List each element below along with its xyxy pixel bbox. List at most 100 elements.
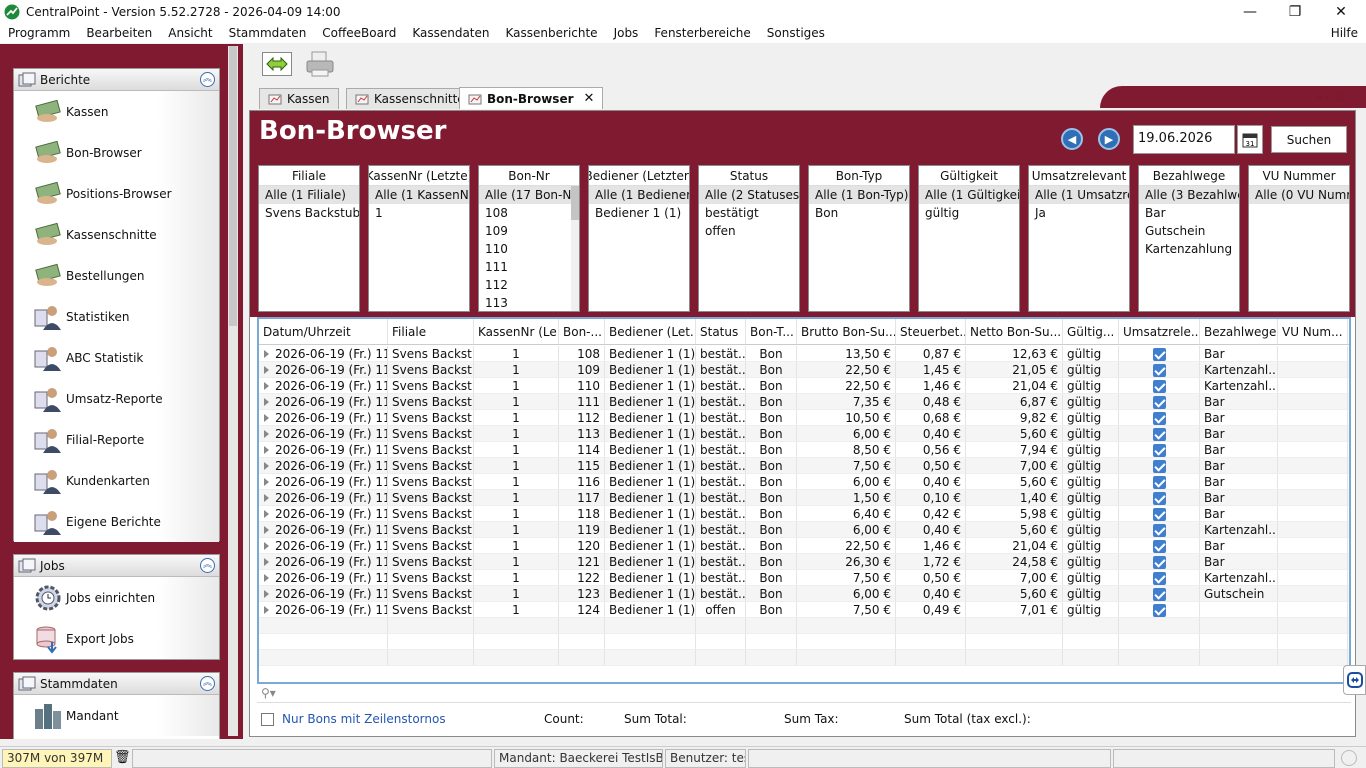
navigation-scrollbar[interactable]	[228, 46, 238, 736]
sidebar-item-abc-statistik[interactable]: ABC Statistik	[14, 337, 219, 378]
print-button[interactable]	[302, 49, 338, 79]
date-input[interactable]: 19.06.2026	[1133, 125, 1235, 154]
umsatzrelevant-checkbox[interactable]	[1152, 444, 1166, 457]
table-row[interactable]: 2026-06-19 (Fr.) 11...Svens Backst...112…	[259, 602, 1349, 618]
expand-row-icon[interactable]	[264, 510, 269, 518]
expand-row-icon[interactable]	[264, 350, 269, 358]
expand-row-icon[interactable]	[264, 446, 269, 454]
table-row[interactable]: 2026-06-19 (Fr.) 11...Svens Backst...111…	[259, 458, 1349, 474]
table-row[interactable]: 2026-06-19 (Fr.) 11...Svens Backst...112…	[259, 554, 1349, 570]
filter-option[interactable]: 111	[479, 258, 579, 276]
filter-filiale[interactable]: Filiale Alle (1 Filiale) Svens Backstube	[258, 165, 360, 312]
tab-scroll-arrows[interactable]: ◄►▤	[1315, 93, 1346, 103]
table-row[interactable]: 2026-06-19 (Fr.) 11...Svens Backst...111…	[259, 426, 1349, 442]
expand-row-icon[interactable]	[264, 430, 269, 438]
menu-fensterbereiche[interactable]: Fensterbereiche	[646, 26, 758, 40]
tab-kassen[interactable]: Kassen	[259, 88, 339, 109]
filter-option[interactable]: 112	[479, 276, 579, 294]
filter-option[interactable]: Alle (1 KassenNr	[369, 186, 469, 204]
umsatzrelevant-checkbox[interactable]	[1152, 604, 1166, 617]
close-tab-icon[interactable]: ✕	[584, 91, 595, 106]
sidebar-item-eigene-berichte[interactable]: Eigene Berichte	[14, 501, 219, 542]
table-row[interactable]: 2026-06-19 (Fr.) 11...Svens Backst...110…	[259, 362, 1349, 378]
filter-option[interactable]: offen	[699, 222, 799, 240]
sidebar-item-jobs-einrichten[interactable]: Jobs einrichten	[14, 577, 219, 618]
sidebar-item-mandant[interactable]: Mandant	[14, 695, 219, 736]
table-search-bar[interactable]: ⚲▾	[257, 685, 1351, 703]
umsatzrelevant-checkbox[interactable]	[1152, 380, 1166, 393]
filter-bon-nr[interactable]: Bon-Nr Alle (17 Bon-Nrs 108 109 110 111 …	[478, 165, 580, 312]
table-row[interactable]: 2026-06-19 (Fr.) 11...Svens Backst...110…	[259, 346, 1349, 362]
sidebar-item-bon-browser[interactable]: Bon-Browser	[14, 132, 219, 173]
group-header-stammdaten[interactable]: Stammdaten ︽	[14, 673, 219, 695]
column-header[interactable]: Filiale	[388, 319, 474, 344]
filter-option[interactable]: Ja	[1029, 204, 1129, 222]
filter-option[interactable]: 108	[479, 204, 579, 222]
expand-row-icon[interactable]	[264, 398, 269, 406]
menu-jobs[interactable]: Jobs	[606, 26, 647, 40]
column-header[interactable]: Steuerbet...	[896, 319, 966, 344]
column-header[interactable]: Brutto Bon-Su...	[797, 319, 896, 344]
umsatzrelevant-checkbox[interactable]	[1152, 508, 1166, 521]
expand-row-icon[interactable]	[264, 478, 269, 486]
search-button[interactable]: Suchen	[1271, 126, 1347, 153]
filter-bon-typ[interactable]: Bon-Typ Alle (1 Bon-Typ) Bon	[808, 165, 910, 312]
filter-gueltigkeit[interactable]: Gültigkeit Alle (1 Gültigkeit gültig	[918, 165, 1020, 312]
menu-coffeeboard[interactable]: CoffeeBoard	[314, 26, 404, 40]
table-row[interactable]: 2026-06-19 (Fr.) 11...Svens Backst...112…	[259, 538, 1349, 554]
filter-option[interactable]: Alle (1 Bon-Typ)	[809, 186, 909, 204]
umsatzrelevant-checkbox[interactable]	[1152, 572, 1166, 585]
umsatzrelevant-checkbox[interactable]	[1152, 428, 1166, 441]
filter-option[interactable]: Alle (1 Filiale)	[259, 186, 359, 204]
umsatzrelevant-checkbox[interactable]	[1152, 588, 1166, 601]
sidebar-item-kassenschnitte[interactable]: Kassenschnitte	[14, 214, 219, 255]
tab-kassenschnitte[interactable]: Kassenschnitte	[346, 88, 474, 109]
filter-option[interactable]: Alle (2 Statuses)	[699, 186, 799, 204]
expand-row-icon[interactable]	[264, 366, 269, 374]
sidebar-item-kundenkarten[interactable]: Kundenkarten	[14, 460, 219, 501]
table-row[interactable]	[259, 618, 1349, 634]
filter-scrollbar[interactable]	[571, 186, 579, 311]
table-row[interactable]: 2026-06-19 (Fr.) 11...Svens Backst...111…	[259, 474, 1349, 490]
table-row[interactable]: 2026-06-19 (Fr.) 11...Svens Backst...111…	[259, 506, 1349, 522]
tab-bon-browser[interactable]: Bon-Browser ✕	[459, 87, 604, 109]
column-header[interactable]: Bon-...	[559, 319, 605, 344]
table-row[interactable]: 2026-06-19 (Fr.) 11...Svens Backst...112…	[259, 570, 1349, 586]
minimize-button[interactable]: —	[1227, 0, 1273, 23]
scrollbar-thumb[interactable]	[229, 46, 237, 326]
filter-option[interactable]: Alle (3 Bezahlwe	[1139, 186, 1239, 204]
filter-option[interactable]: Bediener 1 (1)	[589, 204, 689, 222]
menu-kassendaten[interactable]: Kassendaten	[404, 26, 497, 40]
calendar-button[interactable]: 31	[1237, 125, 1263, 154]
column-header[interactable]: Datum/Uhrzeit	[259, 319, 388, 344]
expand-row-icon[interactable]	[264, 558, 269, 566]
table-row[interactable]: 2026-06-19 (Fr.) 11...Svens Backst...112…	[259, 586, 1349, 602]
restore-button[interactable]: ❐	[1272, 0, 1318, 23]
umsatzrelevant-checkbox[interactable]	[1152, 396, 1166, 409]
column-header[interactable]: Netto Bon-Su...	[966, 319, 1063, 344]
expand-row-icon[interactable]	[264, 606, 269, 614]
column-header[interactable]: KassenNr (Le...	[474, 319, 559, 344]
menu-ansicht[interactable]: Ansicht	[160, 26, 220, 40]
zeilenstornos-checkbox[interactable]	[261, 712, 274, 726]
menu-kassenberichte[interactable]: Kassenberichte	[498, 26, 606, 40]
umsatzrelevant-checkbox[interactable]	[1152, 348, 1166, 361]
filter-bediener[interactable]: Bediener (Letzter) Alle (1 Bediener Bedi…	[588, 165, 690, 312]
expand-row-icon[interactable]	[264, 382, 269, 390]
expand-row-icon[interactable]	[264, 574, 269, 582]
umsatzrelevant-checkbox[interactable]	[1152, 524, 1166, 537]
bon-table[interactable]: Datum/UhrzeitFilialeKassenNr (Le...Bon-.…	[257, 317, 1351, 684]
sidebar-item-kassen[interactable]: Kassen	[14, 91, 219, 132]
filter-option[interactable]: Alle (17 Bon-Nrs	[479, 186, 579, 204]
column-header[interactable]: Bezahlwege	[1200, 319, 1278, 344]
collapse-icon[interactable]: ︽	[200, 558, 215, 573]
filter-kassennr[interactable]: KassenNr (Letzte) Alle (1 KassenNr 1	[368, 165, 470, 312]
table-row[interactable]: 2026-06-19 (Fr.) 11...Svens Backst...111…	[259, 394, 1349, 410]
filter-option[interactable]: Gutschein	[1139, 222, 1239, 240]
column-header[interactable]: Umsatzrele...	[1119, 319, 1200, 344]
previous-day-button[interactable]: ◀	[1061, 128, 1083, 150]
column-header[interactable]: Gültig...	[1063, 319, 1119, 344]
scrollbar-thumb[interactable]	[571, 186, 579, 220]
menu-programm[interactable]: Programm	[0, 26, 78, 40]
umsatzrelevant-checkbox[interactable]	[1152, 556, 1166, 569]
